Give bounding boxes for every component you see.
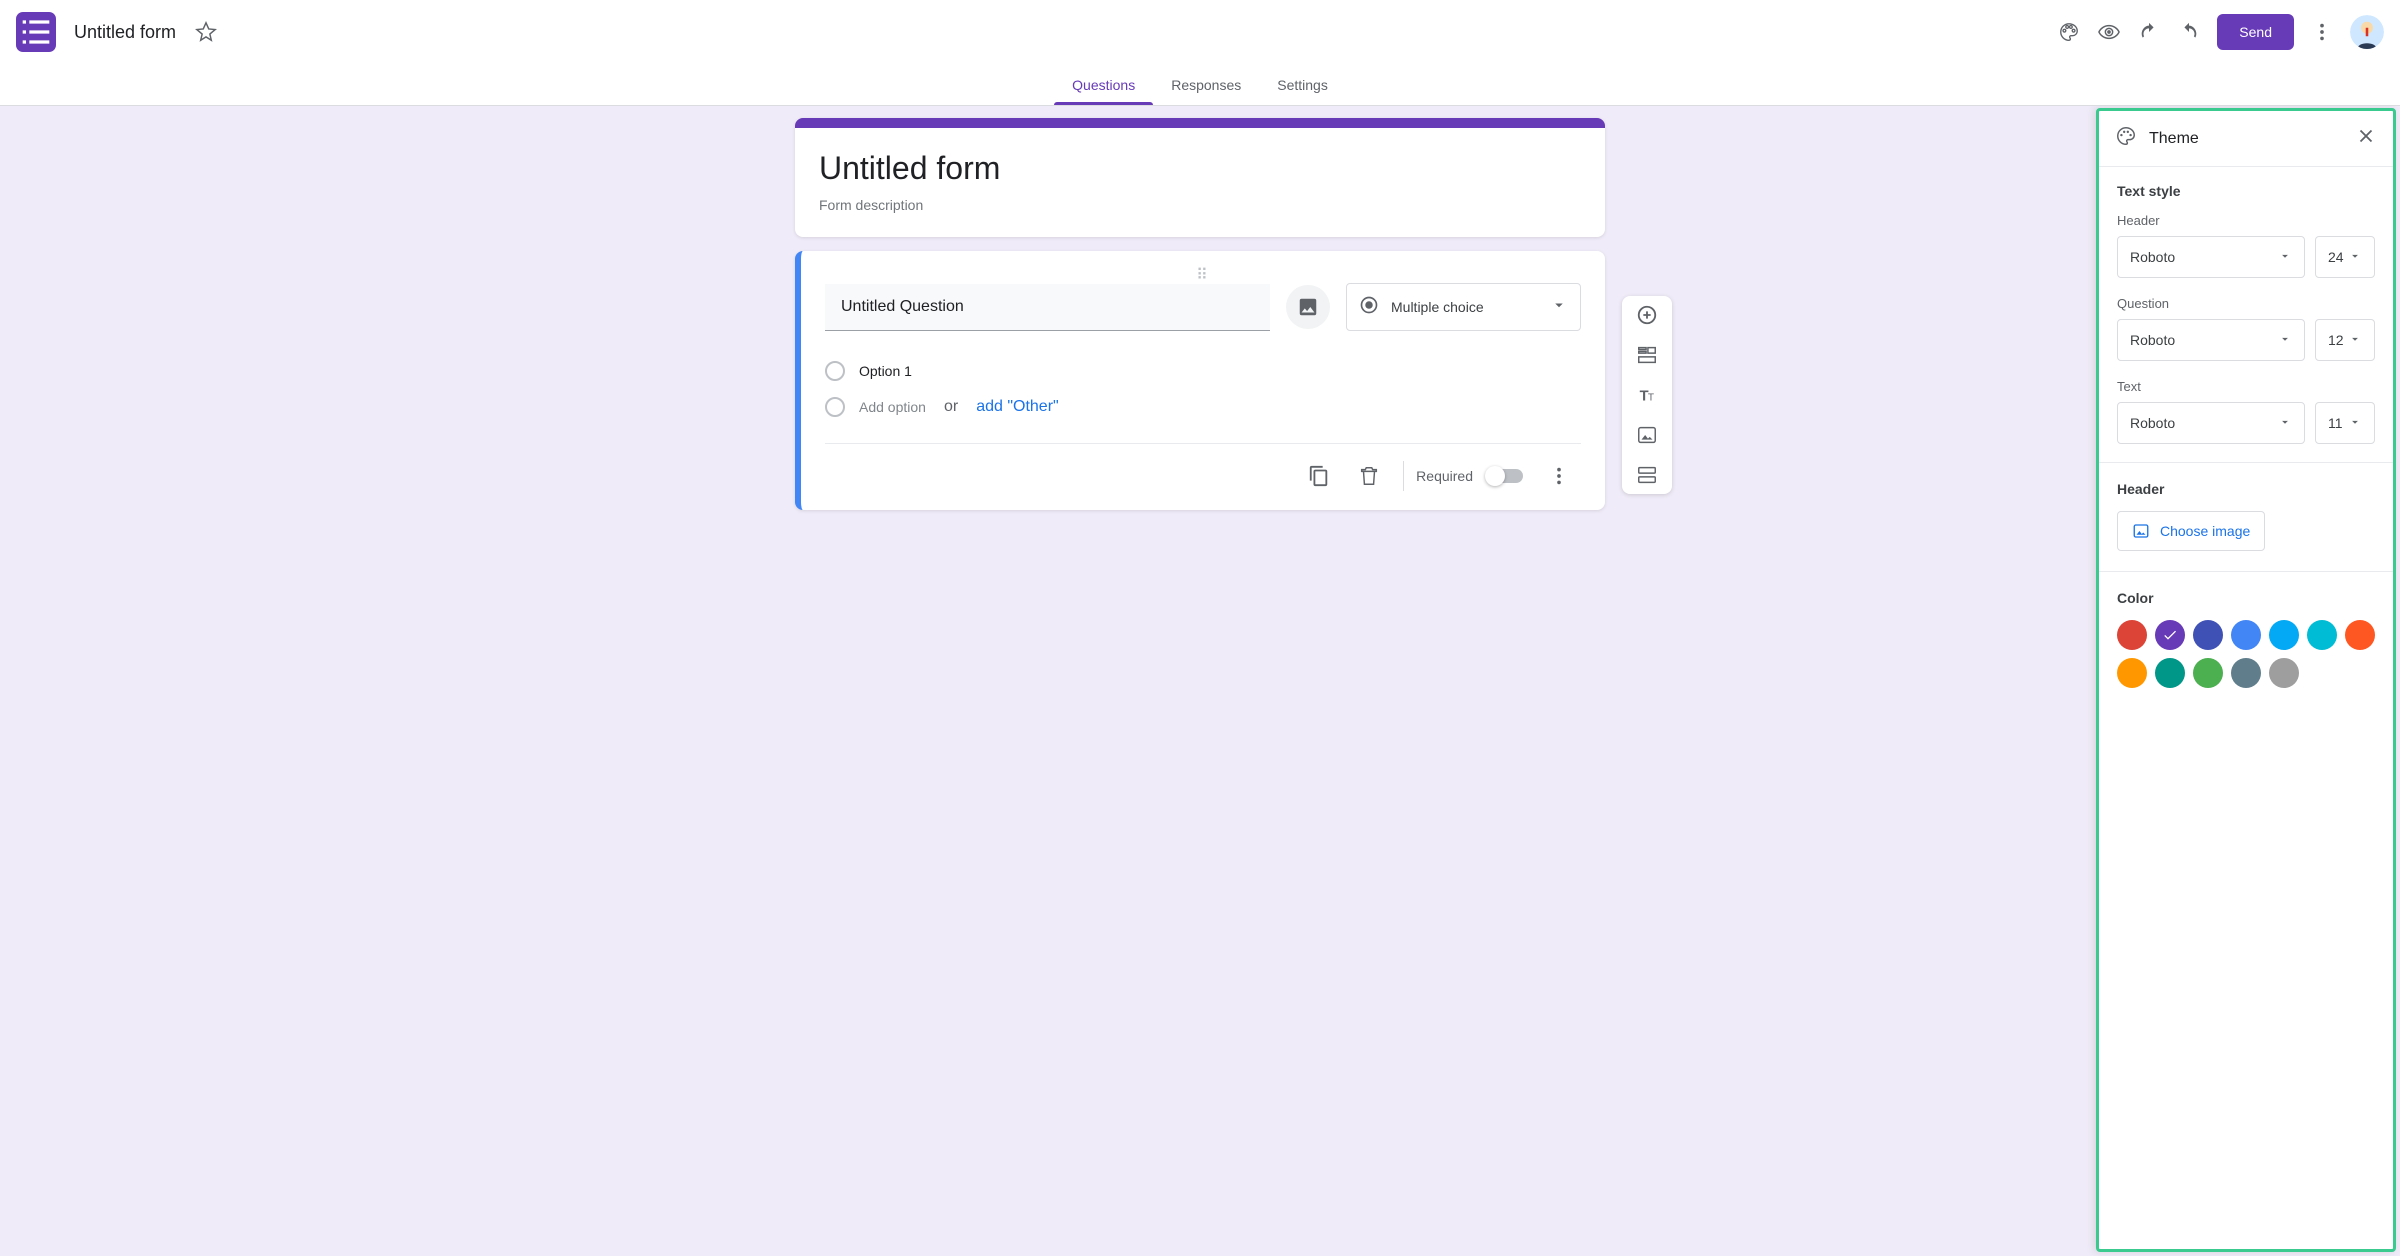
color-swatch[interactable]	[2117, 658, 2147, 688]
color-swatches	[2117, 620, 2375, 688]
color-swatch[interactable]	[2117, 620, 2147, 650]
add-image-icon[interactable]	[1286, 285, 1330, 329]
question-type-select[interactable]: Multiple choice	[1346, 283, 1581, 331]
color-heading: Color	[2117, 590, 2375, 606]
text-style-heading: Text style	[2117, 183, 2375, 199]
question-card[interactable]: ⠿ Multiple choice Option 1	[795, 251, 1605, 510]
color-swatch[interactable]	[2269, 658, 2299, 688]
drag-handle-icon[interactable]: ⠿	[825, 265, 1581, 283]
text-font-label: Text	[2117, 379, 2375, 394]
add-section-icon[interactable]	[1622, 464, 1672, 486]
color-swatch[interactable]	[2155, 620, 2185, 650]
duplicate-icon[interactable]	[1297, 454, 1341, 498]
header-font-select[interactable]: Roboto	[2117, 236, 2305, 278]
undo-icon[interactable]	[2129, 12, 2169, 52]
send-button[interactable]: Send	[2217, 14, 2294, 50]
form-description[interactable]: Form description	[819, 197, 1581, 213]
option-radio-icon	[825, 361, 845, 381]
document-title[interactable]: Untitled form	[68, 18, 182, 47]
choose-image-button[interactable]: Choose image	[2117, 511, 2265, 551]
theme-panel-title: Theme	[2149, 130, 2343, 148]
add-other-link[interactable]: add "Other"	[976, 398, 1059, 416]
forms-logo[interactable]	[16, 12, 56, 52]
more-icon[interactable]	[2302, 12, 2342, 52]
question-size-select[interactable]: 12	[2315, 319, 2375, 361]
required-label: Required	[1416, 468, 1473, 484]
question-font-select[interactable]: Roboto	[2117, 319, 2305, 361]
star-icon[interactable]	[190, 16, 222, 48]
color-swatch[interactable]	[2155, 658, 2185, 688]
close-icon[interactable]	[2355, 125, 2377, 152]
add-option-label[interactable]: Add option	[859, 399, 926, 415]
floating-toolbar: TT	[1622, 296, 1672, 494]
color-swatch[interactable]	[2231, 658, 2261, 688]
svg-text:T: T	[1648, 393, 1654, 404]
form-title-card[interactable]: Untitled form Form description	[795, 118, 1605, 237]
chevron-down-icon	[1550, 296, 1568, 319]
option-radio-icon	[825, 397, 845, 417]
color-swatch[interactable]	[2231, 620, 2261, 650]
color-swatch[interactable]	[2307, 620, 2337, 650]
question-input[interactable]	[825, 284, 1270, 331]
add-title-icon[interactable]: TT	[1622, 384, 1672, 406]
workspace: Untitled form Form description ⠿ Multipl…	[0, 106, 2400, 1256]
option-label[interactable]: Option 1	[859, 363, 912, 379]
or-text: or	[944, 398, 958, 416]
question-more-icon[interactable]	[1537, 454, 1581, 498]
required-toggle[interactable]	[1487, 469, 1523, 483]
account-avatar[interactable]	[2350, 15, 2384, 49]
color-swatch[interactable]	[2193, 658, 2223, 688]
text-size-select[interactable]: 11	[2315, 402, 2375, 444]
color-swatch[interactable]	[2345, 620, 2375, 650]
option-row[interactable]: Option 1	[825, 353, 1581, 389]
header-image-heading: Header	[2117, 481, 2375, 497]
delete-icon[interactable]	[1347, 454, 1391, 498]
header-size-select[interactable]: 24	[2315, 236, 2375, 278]
color-swatch[interactable]	[2193, 620, 2223, 650]
radio-icon	[1359, 295, 1379, 320]
header-font-label: Header	[2117, 213, 2375, 228]
form-title[interactable]: Untitled form	[819, 150, 1581, 187]
palette-icon[interactable]	[2049, 12, 2089, 52]
question-type-label: Multiple choice	[1391, 299, 1538, 315]
redo-icon[interactable]	[2169, 12, 2209, 52]
tab-settings[interactable]: Settings	[1259, 64, 1346, 105]
theme-panel: Theme Text style Header Roboto 24 Questi…	[2096, 108, 2396, 1252]
question-font-label: Question	[2117, 296, 2375, 311]
color-swatch[interactable]	[2269, 620, 2299, 650]
text-font-select[interactable]: Roboto	[2117, 402, 2305, 444]
preview-icon[interactable]	[2089, 12, 2129, 52]
palette-icon	[2115, 125, 2137, 152]
add-question-icon[interactable]	[1622, 304, 1672, 326]
app-header: Untitled form Send	[0, 0, 2400, 64]
tab-responses[interactable]: Responses	[1153, 64, 1259, 105]
add-image-toolbar-icon[interactable]	[1622, 424, 1672, 446]
tab-questions[interactable]: Questions	[1054, 64, 1153, 105]
main-tabs: Questions Responses Settings	[0, 64, 2400, 106]
divider	[1403, 461, 1404, 491]
import-questions-icon[interactable]	[1622, 344, 1672, 366]
add-option-row[interactable]: Add option or add "Other"	[825, 389, 1581, 425]
